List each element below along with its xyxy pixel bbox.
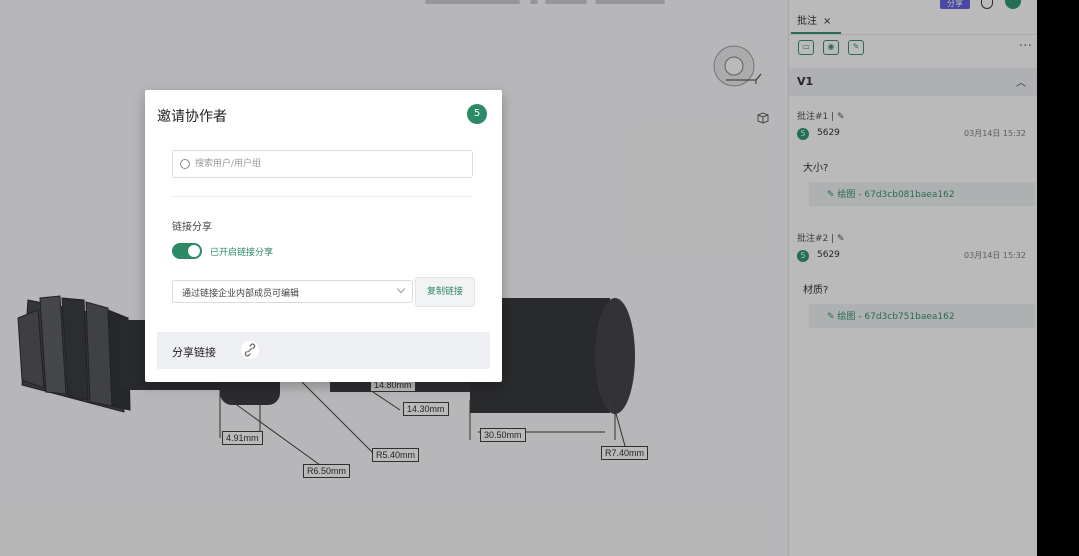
toggle-label: 已开启链接分享 [210,248,274,258]
share-link-bar[interactable]: 分享链接 [157,332,490,369]
screen-border [1037,0,1079,556]
share-link-label: 分享链接 [172,346,216,359]
permission-value: 通过链接企业内部成员可编辑 [182,289,300,299]
search-field[interactable] [172,150,473,178]
link-icon[interactable] [241,341,259,359]
search-icon [180,159,190,169]
copy-link-button[interactable]: 复制链接 [415,277,475,307]
permission-select[interactable]: 通过链接企业内部成员可编辑 [172,280,413,303]
dialog-title: 邀请协作者 [157,109,227,125]
toggle-knob [188,245,200,257]
link-share-heading: 链接分享 [172,222,212,233]
user-avatar-badge[interactable]: 5 [467,104,487,124]
search-input[interactable] [195,151,465,177]
app-window: 14.80mm 14.30mm 30.50mm 4.91mm R5.40mm R… [0,0,1037,556]
chevron-down-icon [396,284,406,294]
link-share-toggle[interactable] [172,243,202,259]
invite-collaborators-dialog: 邀请协作者 5 链接分享 已开启链接分享 通过链接企业内部成员可编辑 复制链接 … [145,90,502,382]
divider [172,196,473,197]
